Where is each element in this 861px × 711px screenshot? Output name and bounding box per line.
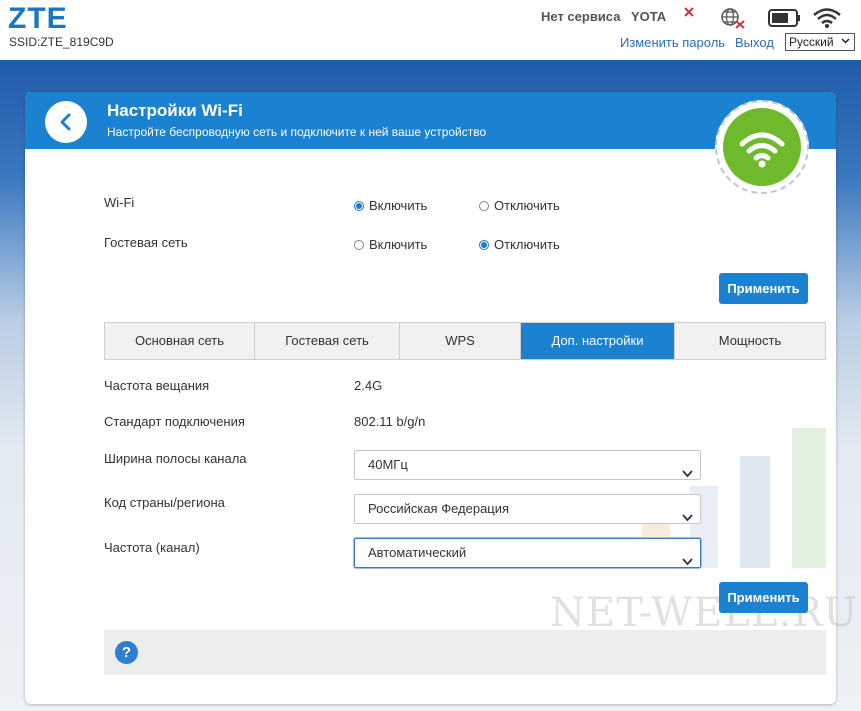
settings-tabs: Основная сеть Гостевая сеть WPS Доп. нас… [104, 322, 826, 360]
top-header: ZTE SSID:ZTE_819C9D Нет сервиса YOTA Изм… [0, 0, 861, 60]
chevron-down-icon [841, 35, 850, 51]
zte-logo: ZTE [8, 2, 68, 35]
wifi-off-label: Отключить [494, 198, 560, 213]
standard-value: 802.11 b/g/n [354, 414, 426, 429]
chevron-down-icon [682, 504, 693, 532]
back-button[interactable] [45, 101, 87, 143]
wifi-icon [723, 108, 801, 186]
wifi-status-badge [715, 100, 809, 194]
guest-on-label: Включить [369, 237, 428, 252]
operator-name: YOTA [631, 9, 667, 24]
radio-unchecked-icon [479, 200, 489, 211]
apply-button[interactable]: Применить [719, 273, 808, 304]
service-status: Нет сервиса [541, 9, 621, 24]
wifi-on-label: Включить [369, 198, 428, 213]
help-bar: ? [104, 630, 826, 675]
help-icon[interactable]: ? [115, 641, 138, 664]
channel-label: Частота (канал) [104, 540, 200, 555]
guest-on-radio[interactable]: Включить [354, 237, 427, 252]
language-select[interactable]: Русский [785, 33, 855, 51]
chevron-down-icon [682, 460, 693, 488]
radio-checked-icon [354, 200, 364, 211]
radio-checked-icon [479, 239, 489, 250]
channel-value: Автоматический [368, 545, 467, 560]
chevron-left-icon [60, 113, 71, 131]
band-value: 2.4G [354, 378, 383, 393]
wifi-on-radio[interactable]: Включить [354, 198, 427, 213]
tab-wps[interactable]: WPS [400, 323, 521, 359]
band-label: Частота вещания [104, 378, 210, 393]
tab-guest-network[interactable]: Гостевая сеть [255, 323, 400, 359]
wifi-label: Wi-Fi [104, 195, 135, 210]
standard-label: Стандарт подключения [104, 414, 245, 429]
country-label: Код страны/региона [104, 495, 225, 510]
tab-power[interactable]: Мощность [675, 323, 825, 359]
country-select[interactable]: Российская Федерация [354, 494, 701, 524]
tab-advanced-settings[interactable]: Доп. настройки [521, 323, 675, 359]
guest-off-label: Отключить [494, 237, 560, 252]
globe-disconnected-icon [720, 7, 746, 32]
guest-network-label: Гостевая сеть [104, 235, 188, 250]
wifi-off-radio[interactable]: Отключить [479, 198, 560, 213]
guest-off-radio[interactable]: Отключить [479, 237, 560, 252]
bandwidth-value: 40МГц [368, 457, 408, 472]
logout-link[interactable]: Выход [735, 35, 774, 50]
page-subtitle: Настройте беспроводную сеть и подключите… [107, 125, 487, 139]
battery-icon [768, 9, 802, 30]
wifi-signal-icon [812, 7, 842, 32]
change-password-link[interactable]: Изменить пароль [620, 35, 725, 50]
chevron-down-icon [682, 548, 693, 576]
bandwidth-label: Ширина полосы канала [104, 451, 247, 466]
ssid-label: SSID:ZTE_819C9D [9, 35, 114, 49]
close-icon [683, 6, 695, 21]
apply-advanced-button[interactable]: Применить [719, 582, 808, 613]
radio-unchecked-icon [354, 239, 364, 250]
tab-main-network[interactable]: Основная сеть [105, 323, 255, 359]
country-value: Российская Федерация [368, 501, 510, 516]
channel-select[interactable]: Автоматический [354, 538, 701, 568]
bandwidth-select[interactable]: 40МГц [354, 450, 701, 480]
page-title: Настройки Wi-Fi [107, 101, 243, 120]
language-value: Русский [789, 35, 834, 49]
